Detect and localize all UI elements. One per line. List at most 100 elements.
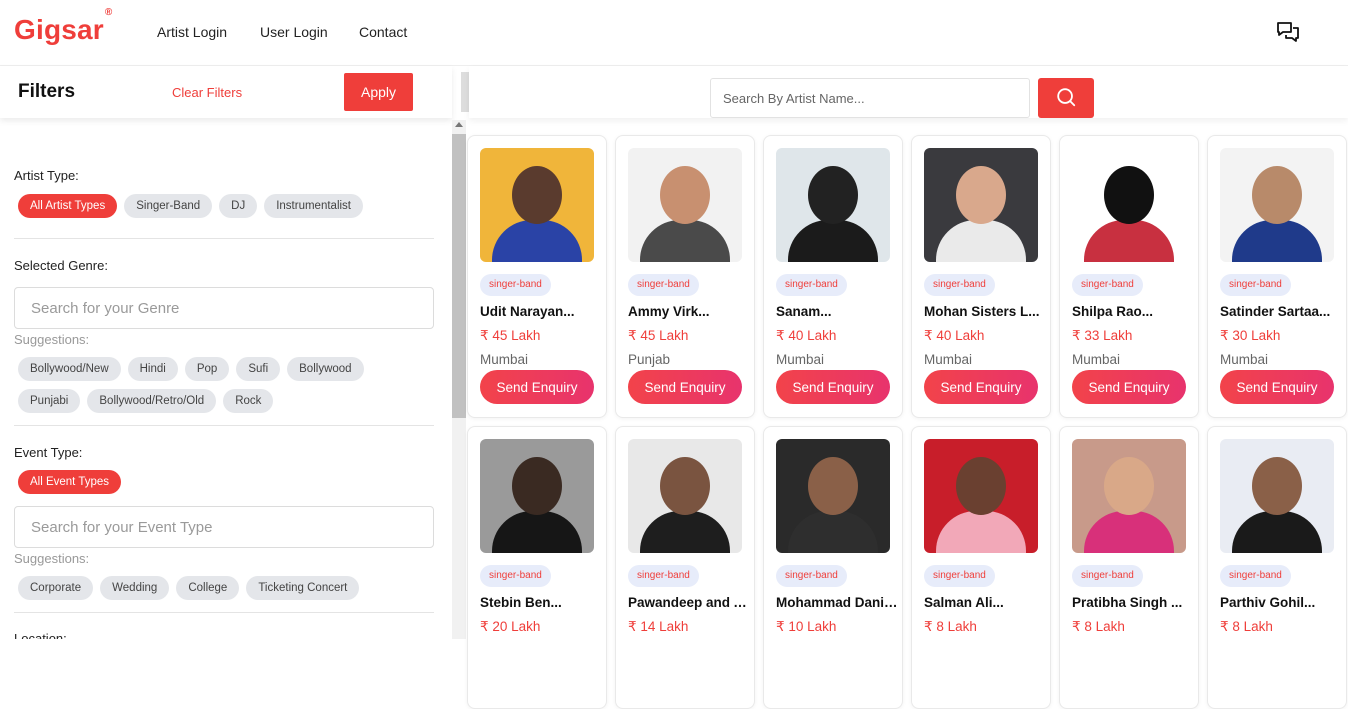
artist-city: Mumbai (1072, 352, 1121, 367)
search-button[interactable] (1038, 78, 1094, 118)
artist-card[interactable]: singer-band Parthiv Gohil... ₹ 8 Lakh (1207, 426, 1347, 709)
chip-event[interactable]: College (176, 576, 240, 600)
artist-card[interactable]: singer-band Mohammad Danis... ₹ 10 Lakh (763, 426, 903, 709)
artist-name[interactable]: Udit Narayan... (480, 304, 604, 319)
chip-genre[interactable]: Pop (184, 357, 230, 381)
apply-button[interactable]: Apply (344, 73, 413, 111)
scroll-up-arrow-icon[interactable] (455, 122, 463, 127)
artist-photo[interactable] (628, 148, 742, 262)
genre-suggestions-label: Suggestions: (14, 332, 90, 347)
artist-photo[interactable] (1072, 439, 1186, 553)
artist-name[interactable]: Pawandeep and A... (628, 595, 752, 610)
artist-price: ₹ 8 Lakh (1220, 619, 1273, 634)
chip-genre[interactable]: Bollywood/New (18, 357, 121, 381)
artist-photo[interactable] (1072, 148, 1186, 262)
chip-genre[interactable]: Sufi (236, 357, 281, 381)
artist-name[interactable]: Mohan Sisters L... (924, 304, 1048, 319)
chip-genre[interactable]: Punjabi (18, 389, 81, 413)
send-enquiry-button[interactable]: Send Enquiry (776, 370, 890, 404)
artist-photo[interactable] (924, 148, 1038, 262)
send-enquiry-button[interactable]: Send Enquiry (924, 370, 1038, 404)
genre-suggestion-chips-row2: Punjabi Bollywood/Retro/Old Rock (18, 389, 274, 413)
artist-name[interactable]: Sanam... (776, 304, 900, 319)
genre-title: Selected Genre: (14, 258, 108, 273)
artist-type-badge: singer-band (924, 565, 995, 587)
artist-card[interactable]: singer-band Sanam... ₹ 40 Lakh Mumbai Send E… (763, 135, 903, 418)
artist-price: ₹ 10 Lakh (776, 619, 837, 634)
artist-price: ₹ 20 Lakh (480, 619, 541, 634)
chip-dj[interactable]: DJ (219, 194, 258, 218)
artist-card[interactable]: singer-band Ammy Virk... ₹ 45 Lakh Punjab Se… (615, 135, 755, 418)
event-type-search-input[interactable] (14, 506, 434, 548)
artist-photo[interactable] (1220, 439, 1334, 553)
artist-name[interactable]: Satinder Sartaa... (1220, 304, 1344, 319)
artist-city: Mumbai (480, 352, 529, 367)
artist-card[interactable]: singer-band Salman Ali... ₹ 8 Lakh (911, 426, 1051, 709)
filter-bar: Filters Clear Filters Apply (0, 66, 452, 118)
artist-search-input[interactable] (710, 78, 1030, 118)
artist-price: ₹ 40 Lakh (776, 328, 837, 343)
artist-photo[interactable] (480, 439, 594, 553)
artist-price: ₹ 45 Lakh (480, 328, 541, 343)
chip-genre[interactable]: Hindi (127, 357, 178, 381)
artist-type-badge: singer-band (776, 274, 847, 296)
chip-event[interactable]: Corporate (18, 576, 94, 600)
artist-card[interactable]: singer-band Satinder Sartaa... ₹ 30 Lakh Mu… (1207, 135, 1347, 418)
chat-bubbles-icon[interactable] (1276, 20, 1300, 44)
search-icon (1057, 87, 1076, 106)
artist-price: ₹ 8 Lakh (924, 619, 977, 634)
artist-card[interactable]: singer-band Pawandeep and A... ₹ 14 Lakh (615, 426, 755, 709)
nav-contact[interactable]: Contact (359, 24, 407, 40)
divider (14, 238, 434, 239)
chip-genre[interactable]: Bollywood (287, 357, 364, 381)
artist-photo[interactable] (776, 148, 890, 262)
artist-type-badge: singer-band (776, 565, 847, 587)
divider (14, 425, 434, 426)
artist-card[interactable]: singer-band Shilpa Rao... ₹ 33 Lakh Mumbai S… (1059, 135, 1199, 418)
artist-card[interactable]: singer-band Pratibha Singh ... ₹ 8 Lakh (1059, 426, 1199, 709)
gigsar-logo[interactable]: Gigsar® (14, 7, 112, 46)
artist-name[interactable]: Mohammad Danis... (776, 595, 900, 610)
registered-mark: ® (104, 6, 113, 18)
artist-price: ₹ 14 Lakh (628, 619, 689, 634)
artist-name[interactable]: Shilpa Rao... (1072, 304, 1196, 319)
sidebar-scrollbar-thumb[interactable] (452, 134, 466, 418)
artist-type-title: Artist Type: (14, 168, 79, 183)
chip-event[interactable]: Wedding (100, 576, 170, 600)
artist-name[interactable]: Ammy Virk... (628, 304, 752, 319)
artist-city: Mumbai (1220, 352, 1269, 367)
artist-photo[interactable] (1220, 148, 1334, 262)
artist-card[interactable]: singer-band Mohan Sisters L... ₹ 40 Lakh Mu… (911, 135, 1051, 418)
artist-photo[interactable] (776, 439, 890, 553)
chip-instrumentalist[interactable]: Instrumentalist (264, 194, 363, 218)
filters-title: Filters (18, 81, 76, 102)
artist-price: ₹ 30 Lakh (1220, 328, 1281, 343)
artist-name[interactable]: Stebin Ben... (480, 595, 604, 610)
chip-all-event-types[interactable]: All Event Types (18, 470, 122, 494)
artist-card[interactable]: singer-band Stebin Ben... ₹ 20 Lakh (467, 426, 607, 709)
send-enquiry-button[interactable]: Send Enquiry (480, 370, 594, 404)
nav-artist-login[interactable]: Artist Login (157, 24, 227, 40)
send-enquiry-button[interactable]: Send Enquiry (628, 370, 742, 404)
artist-photo[interactable] (480, 148, 594, 262)
artist-photo[interactable] (628, 439, 742, 553)
artist-name[interactable]: Parthiv Gohil... (1220, 595, 1344, 610)
artist-card[interactable]: singer-band Udit Narayan... ₹ 45 Lakh Mumba… (467, 135, 607, 418)
chip-genre[interactable]: Bollywood/Retro/Old (87, 389, 217, 413)
chip-genre[interactable]: Rock (223, 389, 274, 413)
chip-singer-band[interactable]: Singer-Band (124, 194, 213, 218)
chip-event[interactable]: Ticketing Concert (246, 576, 360, 600)
artist-type-badge: singer-band (1072, 565, 1143, 587)
location-title: Location: (14, 631, 67, 639)
send-enquiry-button[interactable]: Send Enquiry (1220, 370, 1334, 404)
artist-name[interactable]: Salman Ali... (924, 595, 1048, 610)
chip-all-artist-types[interactable]: All Artist Types (18, 194, 118, 218)
artist-photo[interactable] (924, 439, 1038, 553)
genre-search-input[interactable] (14, 287, 434, 329)
artist-city: Mumbai (924, 352, 973, 367)
artist-type-chips: All Artist Types Singer-Band DJ Instrume… (18, 194, 363, 218)
send-enquiry-button[interactable]: Send Enquiry (1072, 370, 1186, 404)
clear-filters-link[interactable]: Clear Filters (172, 85, 242, 100)
artist-name[interactable]: Pratibha Singh ... (1072, 595, 1196, 610)
nav-user-login[interactable]: User Login (260, 24, 328, 40)
